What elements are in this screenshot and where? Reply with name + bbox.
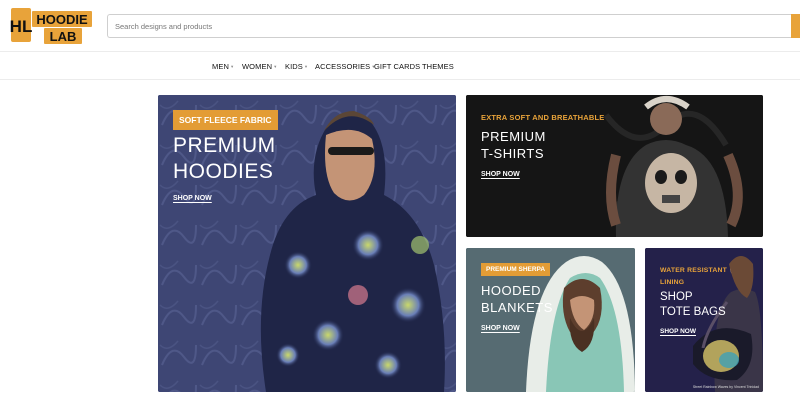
title-line: T-SHIRTS	[481, 146, 544, 161]
nav-label: WOMEN	[242, 62, 273, 71]
totes-banner[interactable]: WATER RESISTANT LINING SHOP TOTE BAGS SH…	[645, 248, 763, 392]
logo-text-line2: LAB	[50, 29, 77, 44]
banner-title: PREMIUM HOODIES	[173, 133, 276, 185]
title-line: TOTE BAGS	[660, 306, 726, 318]
shop-now-link[interactable]: SHOP NOW	[481, 171, 520, 178]
tshirts-banner[interactable]: EXTRA SOFT AND BREATHABLE PREMIUM T-SHIR…	[466, 95, 763, 237]
shop-now-link[interactable]: SHOP NOW	[481, 325, 520, 332]
eyebrow-line: LINING	[660, 279, 685, 286]
chevron-down-icon: ▾	[274, 64, 277, 69]
main-nav: MEN ▾ WOMEN ▾ KIDS ▾ ACCESSORIES ▾ GIFT CARD…	[0, 52, 800, 80]
nav-item-themes[interactable]: THEMES	[422, 62, 454, 71]
design-credit: Street Rainbow Waves by Vincent Trinidad	[692, 385, 759, 389]
chevron-down-icon: ▾	[230, 64, 234, 69]
logo-text-line1: HOODIE	[36, 12, 88, 27]
fabric-tag: SOFT FLEECE FABRIC	[173, 110, 278, 130]
search-input[interactable]	[107, 14, 800, 38]
title-line: HOODIES	[173, 160, 274, 183]
blankets-banner[interactable]: PREMIUM SHERPA HOODED BLANKETS SHOP NOW	[466, 248, 635, 392]
title-line: PREMIUM	[481, 129, 546, 144]
nav-label: THEMES	[422, 62, 454, 71]
search-button[interactable]	[791, 14, 800, 38]
nav-item-men[interactable]: MEN ▾	[212, 62, 233, 71]
nav-item-accessories[interactable]: ACCESSORIES ▾	[315, 62, 375, 71]
chevron-down-icon: ▾	[304, 64, 308, 69]
banner-title: HOODED BLANKETS	[481, 282, 553, 316]
banner-title: SHOP TOTE BAGS	[660, 290, 726, 320]
nav-label: GIFT CARDS	[374, 62, 421, 71]
title-line: BLANKETS	[481, 300, 553, 315]
hoodie-lab-logo[interactable]: HL HOODIE LAB	[10, 5, 94, 47]
title-line: HOODED	[481, 283, 542, 298]
eyebrow-line: WATER RESISTANT	[660, 267, 727, 274]
material-tag: PREMIUM SHERPA	[481, 263, 551, 276]
nav-label: KIDS	[285, 62, 303, 71]
nav-item-kids[interactable]: KIDS ▾	[285, 62, 307, 71]
logo-monogram: HL	[10, 17, 32, 36]
title-line: PREMIUM	[173, 134, 276, 157]
shop-now-link[interactable]: SHOP NOW	[173, 195, 212, 202]
banner-title: PREMIUM T-SHIRTS	[481, 128, 546, 162]
nav-item-gift-cards[interactable]: GIFT CARDS	[374, 62, 420, 71]
nav-label: MEN	[212, 62, 229, 71]
hoodies-banner[interactable]: SOFT FLEECE FABRIC PREMIUM HOODIES SHOP …	[158, 95, 456, 392]
nav-item-women[interactable]: WOMEN ▾	[242, 62, 276, 71]
nav-label: ACCESSORIES	[315, 62, 371, 71]
title-line: SHOP	[660, 291, 693, 303]
shop-now-link[interactable]: SHOP NOW	[660, 328, 696, 335]
banner-eyebrow: EXTRA SOFT AND BREATHABLE	[481, 113, 605, 122]
site-header: HL HOODIE LAB	[0, 0, 800, 52]
banner-eyebrow: WATER RESISTANT LINING	[660, 265, 727, 289]
